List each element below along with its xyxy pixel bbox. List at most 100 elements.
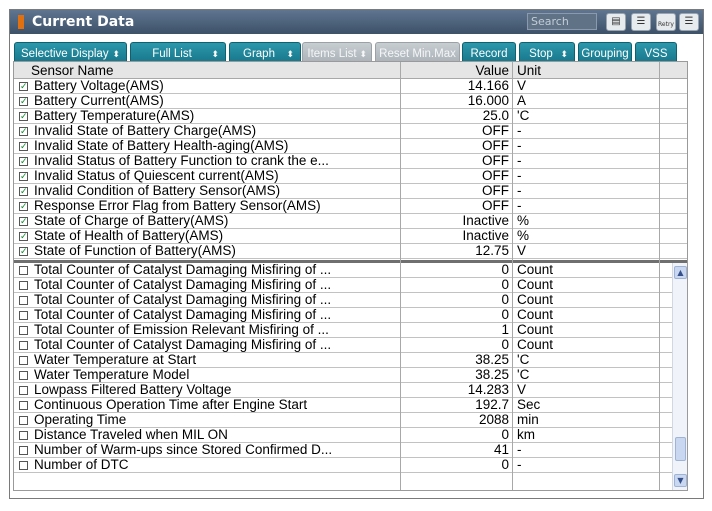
table-row[interactable]: ✓ Response Error Flag from Battery Sensor… (14, 199, 687, 214)
column-header-unit[interactable]: Unit (517, 62, 541, 78)
table-row[interactable]: Distance Traveled when MIL ON 0 km (14, 428, 687, 443)
table-row[interactable]: Total Counter of Catalyst Damaging Misfi… (14, 338, 687, 353)
unchecked-checkbox[interactable] (19, 461, 28, 470)
table-row[interactable]: Lowpass Filtered Battery Voltage 14.283 V (14, 383, 687, 398)
table-row[interactable]: Total Counter of Catalyst Damaging Misfi… (14, 278, 687, 293)
unchecked-checkbox[interactable] (19, 266, 28, 275)
sensor-name: Invalid Status of Quiescent current(AMS) (34, 169, 279, 183)
list-icon[interactable]: ☰ (631, 13, 651, 31)
table-row[interactable]: ✓ Battery Temperature(AMS) 25.0 'C (14, 109, 687, 124)
unchecked-checkbox[interactable] (19, 341, 28, 350)
sensor-value: 1 (501, 322, 509, 337)
table-row[interactable]: ✓ State of Health of Battery(AMS) Inactive… (14, 229, 687, 244)
sensor-name: Water Temperature at Start (34, 353, 197, 367)
menu-icon[interactable]: ☰ (679, 13, 699, 31)
unchecked-checkbox[interactable] (19, 401, 28, 410)
sensor-unit: km (517, 427, 535, 442)
sensor-data-grid: Sensor Name Value Unit ✓ Battery Voltage(… (13, 61, 688, 491)
sensor-value: 16.000 (467, 93, 509, 108)
vertical-scrollbar[interactable]: ▲ ▼ (672, 263, 687, 490)
sensor-value: 2088 (478, 412, 509, 427)
table-row[interactable]: ✓ Invalid Status of Quiescent current(AMS… (14, 169, 687, 184)
sensor-value: OFF (482, 183, 509, 198)
title-marker-icon (18, 15, 24, 29)
sensor-name: Continuous Operation Time after Engine S… (34, 398, 308, 412)
unchecked-checkbox[interactable] (19, 416, 28, 425)
checked-checkbox[interactable]: ✓ (19, 127, 28, 136)
table-row[interactable]: Number of DTC 0- (14, 458, 687, 473)
sensor-unit: Count (517, 322, 554, 337)
unchecked-checkbox[interactable] (19, 326, 28, 335)
table-row[interactable]: ✓ Battery Voltage(AMS) 14.166 V (14, 79, 687, 94)
checked-checkbox[interactable]: ✓ (19, 142, 28, 151)
sensor-unit: Count (517, 262, 554, 277)
scroll-down-icon[interactable]: ▼ (674, 474, 687, 487)
table-row[interactable]: Water Temperature Model 38.25 'C (14, 368, 687, 383)
scroll-thumb[interactable] (675, 437, 686, 461)
checked-checkbox[interactable]: ✓ (19, 202, 28, 211)
sensor-value: 0 (501, 277, 509, 292)
column-header-sensor-name[interactable]: Sensor Name (31, 62, 114, 78)
checked-checkbox[interactable]: ✓ (19, 172, 28, 181)
checked-checkbox[interactable]: ✓ (19, 232, 28, 241)
sensor-name: Battery Voltage(AMS) (34, 79, 164, 93)
checked-checkbox[interactable]: ✓ (19, 157, 28, 166)
sensor-name: Invalid Status of Battery Function to cr… (34, 154, 329, 168)
table-row[interactable]: Continuous Operation Time after Engine S… (14, 398, 687, 413)
table-row[interactable]: ✓ Battery Current(AMS) 16.000 A (14, 94, 687, 109)
table-row[interactable]: Water Temperature at Start 38.25 'C (14, 353, 687, 368)
table-row[interactable]: ✓ Invalid Condition of Battery Sensor(AMS… (14, 184, 687, 199)
retry-icon[interactable]: Retry (656, 13, 676, 31)
unchecked-checkbox[interactable] (19, 371, 28, 380)
sensor-unit: - (517, 168, 522, 183)
checked-checkbox[interactable]: ✓ (19, 97, 28, 106)
unchecked-checkbox[interactable] (19, 281, 28, 290)
unchecked-checkbox[interactable] (19, 356, 28, 365)
table-row[interactable]: ✓ Invalid Status of Battery Function to c… (14, 154, 687, 169)
sensor-unit: min (517, 412, 539, 427)
sensor-value: 0 (501, 262, 509, 277)
sensor-value: 0 (501, 292, 509, 307)
sensor-value: 12.75 (475, 243, 509, 258)
checked-checkbox[interactable]: ✓ (19, 112, 28, 121)
sensor-unit: - (517, 138, 522, 153)
column-divider (659, 62, 660, 490)
table-row[interactable]: Total Counter of Catalyst Damaging Misfi… (14, 308, 687, 323)
sensor-name: Operating Time (34, 413, 127, 427)
sensor-value: 41 (493, 442, 509, 457)
unchecked-checkbox[interactable] (19, 431, 28, 440)
grid-header: Sensor Name Value Unit (14, 62, 687, 79)
table-row[interactable]: ✓ Invalid State of Battery Health-aging(A… (14, 139, 687, 154)
checked-checkbox[interactable]: ✓ (19, 217, 28, 226)
scroll-up-icon[interactable]: ▲ (674, 266, 687, 279)
sensor-name: Battery Current(AMS) (34, 94, 164, 108)
sensor-unit: Sec (517, 397, 541, 412)
table-row[interactable]: Total Counter of Emission Relevant Misfi… (14, 323, 687, 338)
checked-checkbox[interactable]: ✓ (19, 82, 28, 91)
search-input[interactable] (527, 13, 597, 30)
table-row[interactable]: Total Counter of Catalyst Damaging Misfi… (14, 263, 687, 278)
sensor-unit: Count (517, 277, 554, 292)
sensor-unit: - (517, 198, 522, 213)
table-row[interactable]: Number of Warm-ups since Stored Confirme… (14, 443, 687, 458)
sensor-name: Total Counter of Catalyst Damaging Misfi… (34, 263, 332, 277)
column-header-value[interactable]: Value (403, 62, 509, 78)
table-row[interactable]: Total Counter of Catalyst Damaging Misfi… (14, 293, 687, 308)
checked-checkbox[interactable]: ✓ (19, 187, 28, 196)
unchecked-checkbox[interactable] (19, 311, 28, 320)
sensor-unit: - (517, 183, 522, 198)
sensor-value: OFF (482, 168, 509, 183)
checked-checkbox[interactable]: ✓ (19, 247, 28, 256)
table-row[interactable]: ✓ Invalid State of Battery Charge(AMS) OFF… (14, 124, 687, 139)
table-row[interactable]: ✓ State of Charge of Battery(AMS) Inactive… (14, 214, 687, 229)
sensor-value: 192.7 (475, 397, 509, 412)
sensor-unit: V (517, 382, 527, 397)
sensor-unit: - (517, 153, 522, 168)
table-row[interactable]: ✓ State of Function of Battery(AMS) 12.75 V (14, 244, 687, 259)
unchecked-checkbox[interactable] (19, 446, 28, 455)
sensor-unit: 'C (517, 352, 530, 367)
table-row[interactable]: Operating Time 2088 min (14, 413, 687, 428)
unchecked-checkbox[interactable] (19, 386, 28, 395)
unchecked-checkbox[interactable] (19, 296, 28, 305)
report-icon[interactable]: ▤ (606, 13, 626, 31)
